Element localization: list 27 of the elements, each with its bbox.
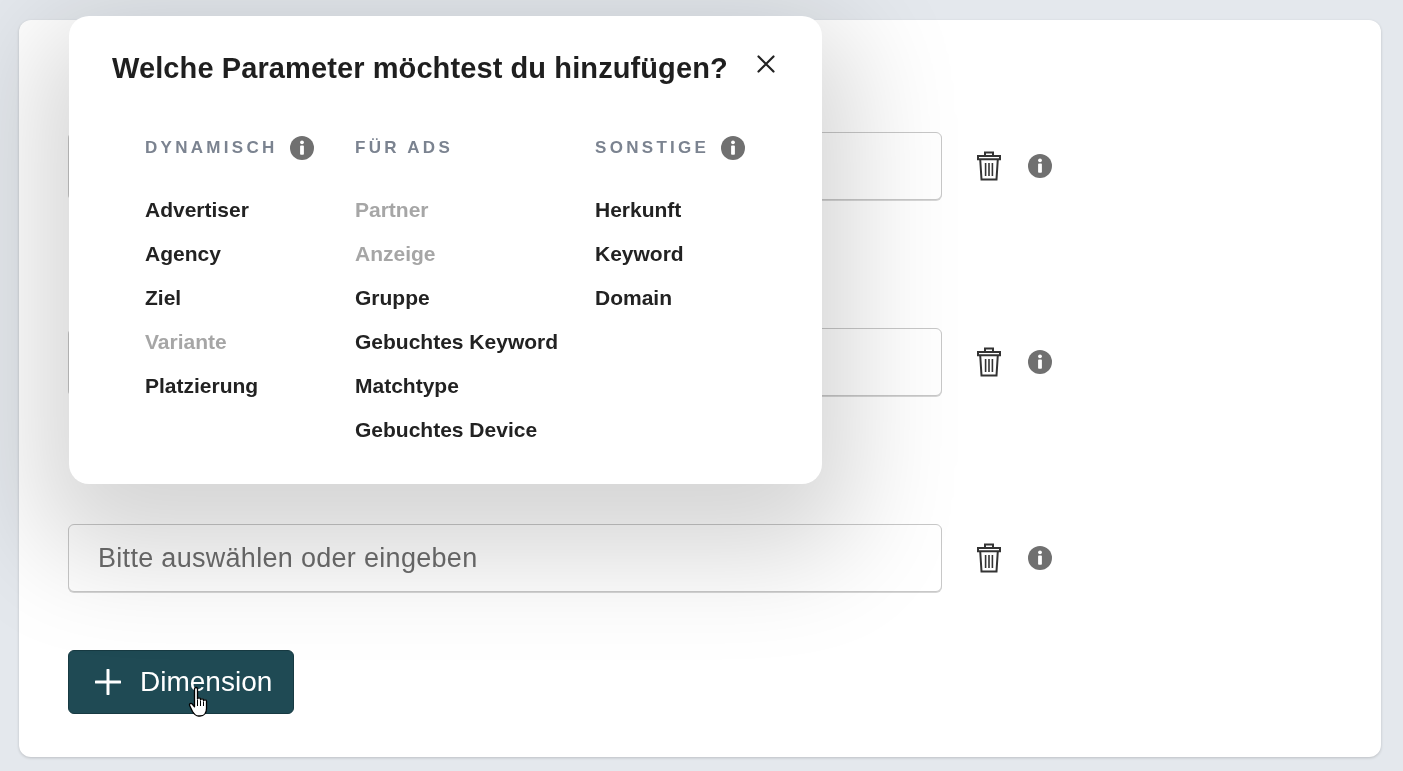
info-icon[interactable] [1028, 350, 1052, 374]
info-icon[interactable] [289, 136, 314, 160]
parameter-option[interactable]: Platzierung [145, 364, 259, 408]
parameter-option[interactable]: Gebuchtes Device [355, 408, 538, 452]
plus-icon [95, 669, 121, 695]
add-dimension-button[interactable]: Dimension [68, 650, 294, 714]
dialog-title: Welche Parameter möchtest du hinzufügen? [112, 52, 728, 84]
column-heading: FÜR ADS [355, 137, 454, 159]
input-field[interactable]: Bitte auswählen oder eingeben [68, 524, 942, 592]
parameter-option[interactable]: Advertiser [145, 188, 249, 232]
parameter-option[interactable]: Ziel [145, 276, 182, 320]
parameter-option[interactable]: Domain [595, 276, 672, 320]
column-heading: DYNAMISCH [145, 137, 278, 159]
parameter-option[interactable]: Herkunft [595, 188, 682, 232]
info-icon[interactable] [721, 136, 746, 160]
parameter-option[interactable]: Keyword [595, 232, 684, 276]
trash-icon[interactable] [977, 347, 1001, 377]
trash-icon[interactable] [977, 543, 1001, 573]
parameter-option[interactable]: Matchtype [355, 364, 459, 408]
parameter-option[interactable]: Gruppe [355, 276, 430, 320]
parameter-option[interactable]: Gebuchtes Keyword [355, 320, 559, 364]
close-button[interactable] [757, 55, 775, 73]
column-heading: SONSTIGE [595, 137, 710, 159]
info-icon[interactable] [1028, 546, 1052, 570]
info-icon[interactable] [1028, 154, 1052, 178]
parameter-option[interactable]: Agency [145, 232, 221, 276]
trash-icon[interactable] [977, 151, 1001, 181]
